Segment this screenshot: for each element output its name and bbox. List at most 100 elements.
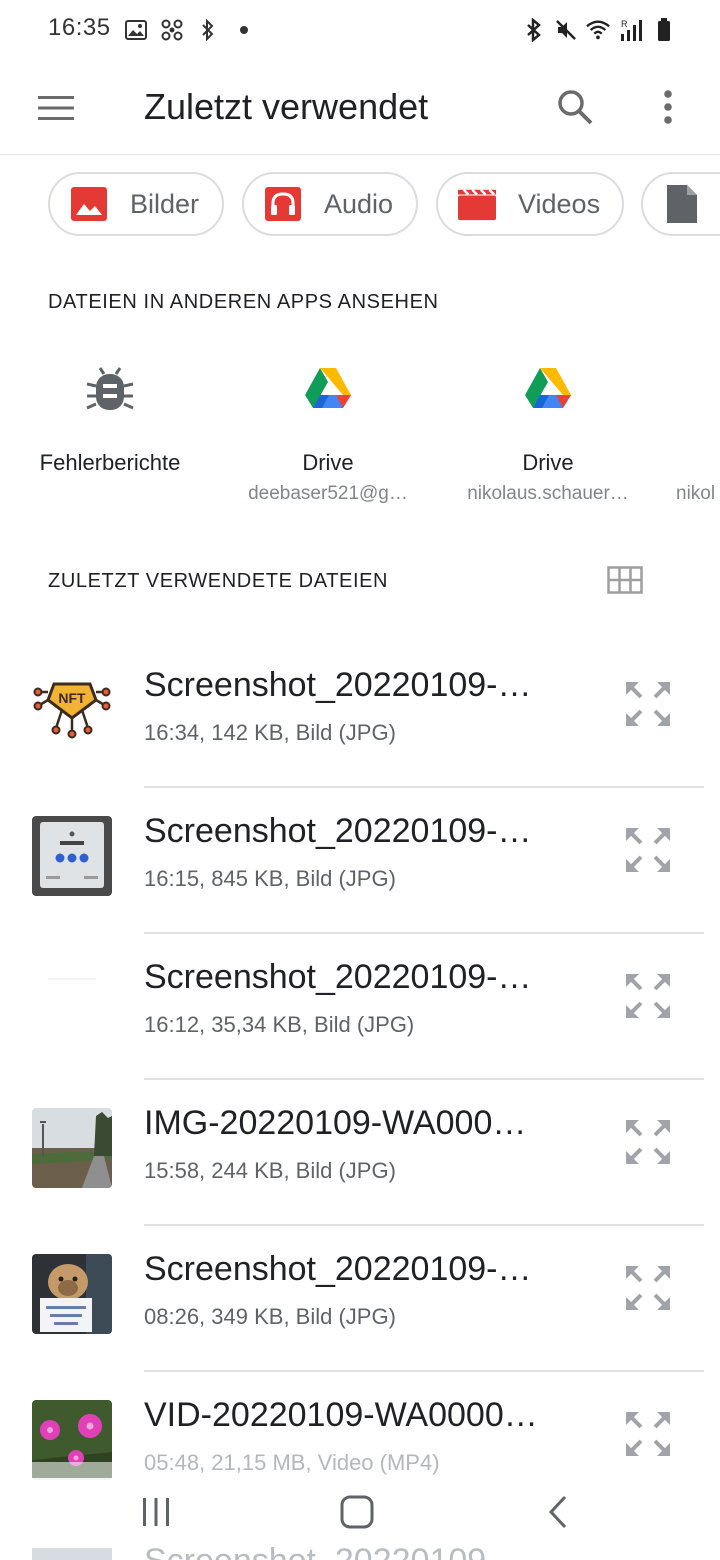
file-name: VID-20220109-WA0000… (144, 1396, 538, 1434)
expand-button[interactable] (622, 1116, 674, 1168)
mute-icon (554, 18, 578, 42)
file-row[interactable]: Screenshot_20220109-… 16:15, 845 KB, Bil… (0, 802, 720, 948)
image-icon (70, 185, 108, 223)
file-thumbnail-app-screen (32, 816, 112, 896)
expand-icon (626, 1412, 670, 1456)
more-vert-icon (664, 90, 672, 124)
fan-icon (160, 18, 184, 42)
status-left-icons (124, 16, 256, 44)
file-meta: 05:48, 21,15 MB, Video (MP4) (144, 1450, 440, 1475)
divider (144, 1370, 704, 1372)
app-tile-drive-3[interactable]: nikol (660, 360, 720, 510)
app-tile-label: Drive (302, 450, 354, 475)
more-options-button[interactable] (646, 84, 690, 130)
chip-images-label: Bilder (130, 188, 200, 219)
back-button[interactable] (528, 1492, 588, 1532)
search-button[interactable] (552, 84, 598, 130)
grid-view-button[interactable] (604, 562, 646, 598)
file-row[interactable]: Screenshot_20220109-… 08:26, 349 KB, Bil… (0, 1240, 720, 1386)
file-thumbnail-blank (32, 962, 112, 1042)
app-tile-bug-reports[interactable]: Fehlerberichte (0, 360, 220, 510)
wifi-icon (586, 18, 610, 42)
app-tile-label: Fehlerberichte (39, 450, 181, 475)
search-icon (558, 90, 593, 125)
signal-icon: R (618, 18, 644, 42)
hamburger-icon (38, 96, 74, 120)
other-apps-title: DATEIEN IN ANDEREN APPS ANSEHEN (48, 291, 439, 313)
chip-audio-label: Audio (324, 188, 394, 219)
document-icon (663, 185, 701, 223)
divider (144, 1224, 704, 1226)
gallery-notification-icon (124, 18, 148, 42)
divider (144, 1078, 704, 1080)
file-meta: 15:58, 244 KB, Bild (JPG) (144, 1158, 396, 1183)
file-meta: 08:26, 349 KB, Bild (JPG) (144, 1304, 396, 1329)
file-name: Screenshot_20220109-… (144, 958, 532, 996)
back-icon (548, 1495, 567, 1529)
battery-icon (652, 18, 676, 42)
signal-label: R (621, 19, 628, 29)
file-thumbnail-dog (32, 1254, 112, 1334)
status-bar: 16:35 R (0, 0, 720, 60)
file-thumbnail-nft: NFT (32, 670, 112, 750)
svg-text:NFT: NFT (58, 690, 86, 706)
expand-button[interactable] (622, 678, 674, 730)
file-name: IMG-20220109-WA000… (144, 1104, 527, 1142)
app-tile-sub: nikolaus.schauer… (467, 483, 629, 504)
category-chips: Bilder Audio Videos (0, 172, 720, 238)
file-row[interactable]: IMG-20220109-WA000… 15:58, 244 KB, Bild … (0, 1094, 720, 1240)
home-icon (340, 1495, 374, 1529)
app-tile-drive-1[interactable]: Drive deebaser521@g… (218, 360, 438, 510)
divider (144, 932, 704, 934)
grid-view-icon (607, 566, 643, 594)
recents-icon (143, 1498, 169, 1526)
expand-button[interactable] (622, 824, 674, 876)
recents-button[interactable] (126, 1492, 186, 1532)
app-tile-drive-2[interactable]: Drive nikolaus.schauer… (438, 360, 658, 510)
chip-audio[interactable]: Audio (242, 172, 418, 236)
app-tile-label: Drive (522, 450, 574, 475)
expand-icon (626, 828, 670, 872)
peek-file-name: Screenshot_20220109- (144, 1544, 524, 1560)
file-meta: 16:34, 142 KB, Bild (JPG) (144, 720, 396, 745)
chip-videos[interactable]: Videos (436, 172, 624, 236)
headphones-icon (264, 185, 302, 223)
dot-icon (232, 18, 256, 42)
chip-videos-label: Videos (518, 188, 601, 219)
drive-icon (300, 360, 356, 416)
chip-images[interactable]: Bilder (48, 172, 224, 236)
file-name: Screenshot_20220109-… (144, 1250, 532, 1288)
home-button[interactable] (327, 1492, 387, 1532)
file-meta: 16:12, 35,34 KB, Bild (JPG) (144, 1012, 415, 1037)
file-row[interactable]: Screenshot_20220109-… 16:12, 35,34 KB, B… (0, 948, 720, 1094)
status-time: 16:35 (48, 14, 111, 41)
expand-button[interactable] (622, 1262, 674, 1314)
drive-icon (520, 360, 576, 416)
app-tile-sub: nikol (676, 483, 716, 504)
expand-icon (626, 1266, 670, 1310)
expand-button[interactable] (622, 970, 674, 1022)
status-right-icons: R (522, 16, 676, 44)
menu-button[interactable] (34, 86, 78, 130)
file-meta: 16:15, 845 KB, Bild (JPG) (144, 866, 396, 891)
bluetooth-icon (522, 18, 546, 42)
chip-documents[interactable] (641, 172, 720, 236)
file-name: Screenshot_20220109-… (144, 812, 532, 850)
clapperboard-icon (458, 185, 496, 223)
expand-icon (626, 1120, 670, 1164)
file-name: Screenshot_20220109-… (144, 666, 532, 704)
bluetooth-icon (196, 18, 220, 42)
page-title: Zuletzt verwendet (144, 86, 429, 127)
recent-files-title: ZULETZT VERWENDETE DATEIEN (48, 570, 389, 592)
expand-icon (626, 682, 670, 726)
file-thumbnail-flowers (32, 1400, 112, 1480)
peek-thumbnail (32, 1548, 112, 1560)
expand-button[interactable] (622, 1408, 674, 1460)
file-row[interactable]: NFT Screenshot_20220109-… 16:34, 142 KB,… (0, 656, 720, 802)
app-bar: Zuletzt verwendet (0, 60, 720, 155)
divider (144, 786, 704, 788)
file-thumbnail-landscape (32, 1108, 112, 1188)
bug-icon (82, 360, 138, 416)
expand-icon (626, 974, 670, 1018)
app-tile-sub: deebaser521@g… (248, 483, 408, 504)
